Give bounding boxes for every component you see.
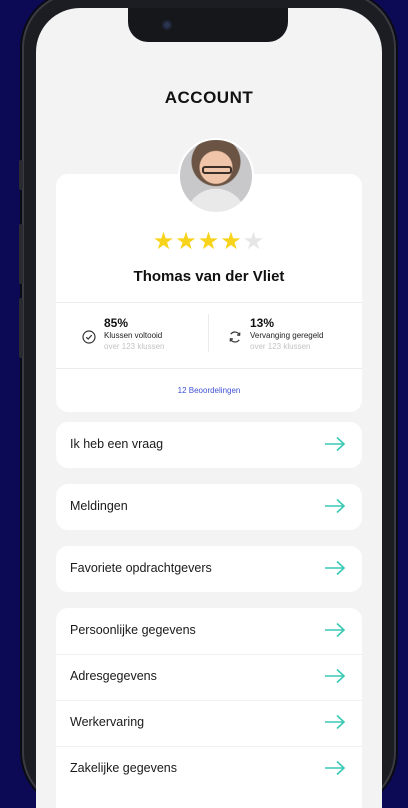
star-empty-icon: ★ [242,228,266,255]
arrow-right-icon [325,498,346,514]
phone-side-button [19,160,23,190]
stat-value: 13% [250,316,275,330]
phone-side-button [19,298,23,358]
star-filled-icon: ★ [175,228,198,255]
phone-side-button [19,224,23,284]
star-filled-icon: ★ [152,228,176,255]
divider [56,302,362,303]
arrow-right-icon [325,622,346,638]
page-title: ACCOUNT [164,88,254,107]
divider [56,654,362,655]
stat-label: Vervanging geregeld [250,331,324,340]
divider [208,314,209,352]
arrow-right-icon [325,436,346,452]
menu-item-label: Adresgegevens [70,669,157,683]
reviews-link[interactable]: 12 Beoordelingen [56,386,362,395]
menu-item-favorites[interactable]: Favoriete opdrachtgevers [56,546,362,592]
divider [56,700,362,701]
star-filled-icon: ★ [197,228,221,255]
menu-item-label: Meldingen [70,499,128,513]
arrow-right-icon [325,668,346,684]
camera-icon [162,20,172,30]
profile-name: Thomas van der Vliet [133,268,285,285]
menu-item-experience[interactable]: Werkervaring [56,700,362,746]
menu-item-address[interactable]: Adresgegevens [56,654,362,700]
arrow-right-icon [325,560,346,576]
rating-stars: ★★★★★ [56,230,362,254]
menu-item-label: Zakelijke gegevens [70,761,178,775]
avatar-glasses [202,166,232,174]
menu-item-label: Favoriete opdrachtgevers [70,561,212,575]
menu-card-notifications: Meldingen [56,484,362,530]
avatar [178,138,254,214]
menu-item-personal[interactable]: Persoonlijke gegevens [56,608,362,654]
star-filled-icon: ★ [220,228,243,255]
stat-sub: over 123 klussen [250,342,311,351]
phone-notch [128,8,288,42]
divider [56,746,362,747]
stat-value: 85% [104,316,129,330]
stat-sub: over 123 klussen [104,342,165,351]
menu-card-question: Ik heb een vraag [56,422,362,468]
check-circle-icon [82,330,96,344]
arrow-right-icon [325,714,346,730]
menu-item-label: Ik heb een vraag [70,437,164,451]
menu-item-label: Werkervaring [70,715,145,729]
menu-item-business[interactable]: Zakelijke gegevens [56,746,362,792]
arrow-right-icon [325,760,346,776]
menu-item-notifications[interactable]: Meldingen [56,484,362,530]
phone-screen: ACCOUNT ★★★★★ Thomas van der Vliet 85% K… [36,8,382,808]
refresh-icon [229,331,241,343]
stat-label: Klussen voltooid [104,331,163,340]
menu-card-details: Persoonlijke gegevens Adresgegevens Werk… [56,608,362,808]
menu-item-question[interactable]: Ik heb een vraag [56,422,362,468]
divider [56,368,362,369]
menu-card-favorites: Favoriete opdrachtgevers [56,546,362,592]
menu-item-label: Persoonlijke gegevens [70,623,196,637]
